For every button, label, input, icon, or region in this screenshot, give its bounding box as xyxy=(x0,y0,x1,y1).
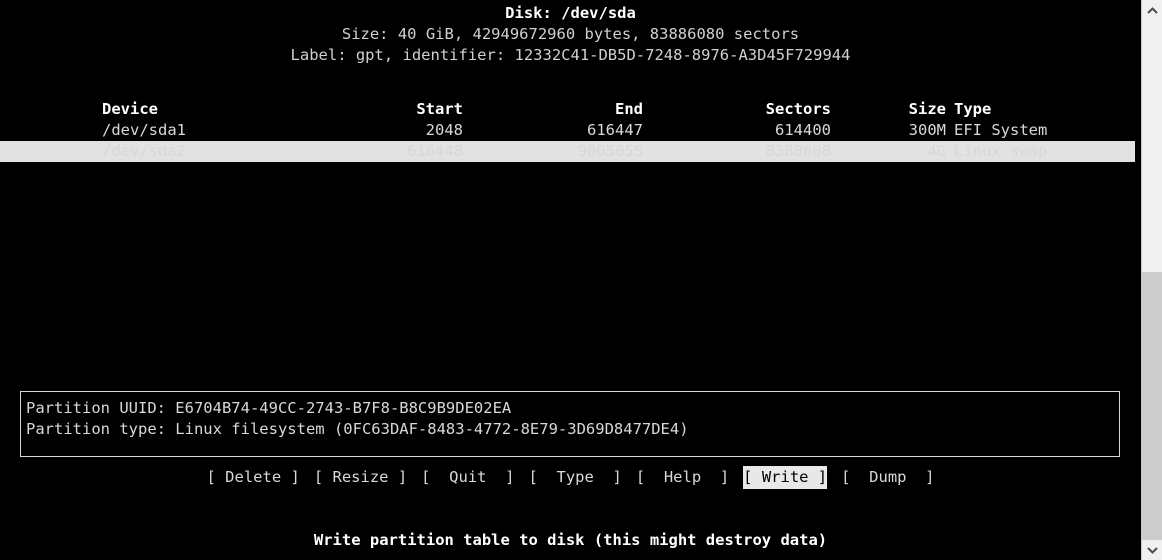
column-header-type: Type xyxy=(954,100,992,118)
disk-size-line: Size: 40 GiB, 42949672960 bytes, 8388608… xyxy=(341,25,800,43)
resize-button[interactable]: [ Resize ] xyxy=(314,466,407,489)
row-end: 83886046 xyxy=(568,163,643,181)
delete-button[interactable]: [ Delete ] xyxy=(207,466,300,489)
row-type: EFI System xyxy=(954,121,1048,139)
type-button[interactable]: [ Type ] xyxy=(529,466,622,489)
row-device: /dev/sda1 xyxy=(102,121,186,139)
row-size: 35.7G xyxy=(899,163,946,181)
column-header-device: Device xyxy=(102,100,158,118)
row-start: 2048 xyxy=(425,121,463,139)
row-sectors: 8388608 xyxy=(765,142,831,160)
partition-uuid-line: Partition UUID: E6704B74-49CC-2743-B7F8-… xyxy=(26,399,512,417)
row-size: 4G xyxy=(927,142,946,160)
scroll-up-button[interactable] xyxy=(1142,0,1162,20)
row-type: Linux filesystem xyxy=(954,163,1104,181)
row-sectors: 614400 xyxy=(775,121,831,139)
column-header-start: Start xyxy=(416,100,463,118)
scroll-down-button[interactable] xyxy=(1142,540,1162,560)
row-device: /dev/sda3 xyxy=(102,163,186,181)
chevron-down-icon xyxy=(1147,546,1158,554)
disk-header: Disk: /dev/sda Size: 40 GiB, 42949672960… xyxy=(0,0,1141,66)
column-header-sectors: Sectors xyxy=(765,100,831,118)
row-start: 616448 xyxy=(407,142,463,160)
scrollbar-thumb[interactable] xyxy=(1142,272,1162,540)
table-header-row: Device Start End Sectors Size Type xyxy=(0,78,1141,118)
quit-button[interactable]: [ Quit ] xyxy=(421,466,514,489)
write-button[interactable]: [ Write ] xyxy=(743,466,828,489)
vertical-scrollbar[interactable] xyxy=(1141,0,1162,560)
status-message: Write partition table to disk (this migh… xyxy=(313,531,828,549)
row-marker: >> xyxy=(58,163,77,181)
row-size: 300M xyxy=(908,121,946,139)
partition-info-box: Partition UUID: E6704B74-49CC-2743-B7F8-… xyxy=(20,391,1120,457)
row-end: 9005055 xyxy=(577,142,643,160)
row-start: 9005056 xyxy=(397,163,463,181)
chevron-up-icon xyxy=(1147,6,1158,14)
column-header-end: End xyxy=(615,100,643,118)
partition-table: Device Start End Sectors Size Type /dev/sda1 2… xyxy=(0,78,1141,181)
disk-title: Disk: /dev/sda xyxy=(505,4,636,22)
row-type: Linux swap xyxy=(954,142,1048,160)
column-header-size: Size xyxy=(908,100,946,118)
row-end: 616447 xyxy=(587,121,643,139)
partition-type-line: Partition type: Linux filesystem (0FC63D… xyxy=(26,420,689,438)
dump-button[interactable]: [ Dump ] xyxy=(841,466,934,489)
row-device: /dev/sda2 xyxy=(102,142,186,160)
button-bar: [ Delete ] [ Resize ] [ Quit ] [ Type ] [ He… xyxy=(0,466,1141,489)
row-sectors: 74880991 xyxy=(756,163,831,181)
help-button[interactable]: [ Help ] xyxy=(636,466,729,489)
terminal-screen: Disk: /dev/sda Size: 40 GiB, 42949672960… xyxy=(0,0,1141,560)
disk-label-line: Label: gpt, identifier: 12332C41-DB5D-72… xyxy=(290,46,851,64)
